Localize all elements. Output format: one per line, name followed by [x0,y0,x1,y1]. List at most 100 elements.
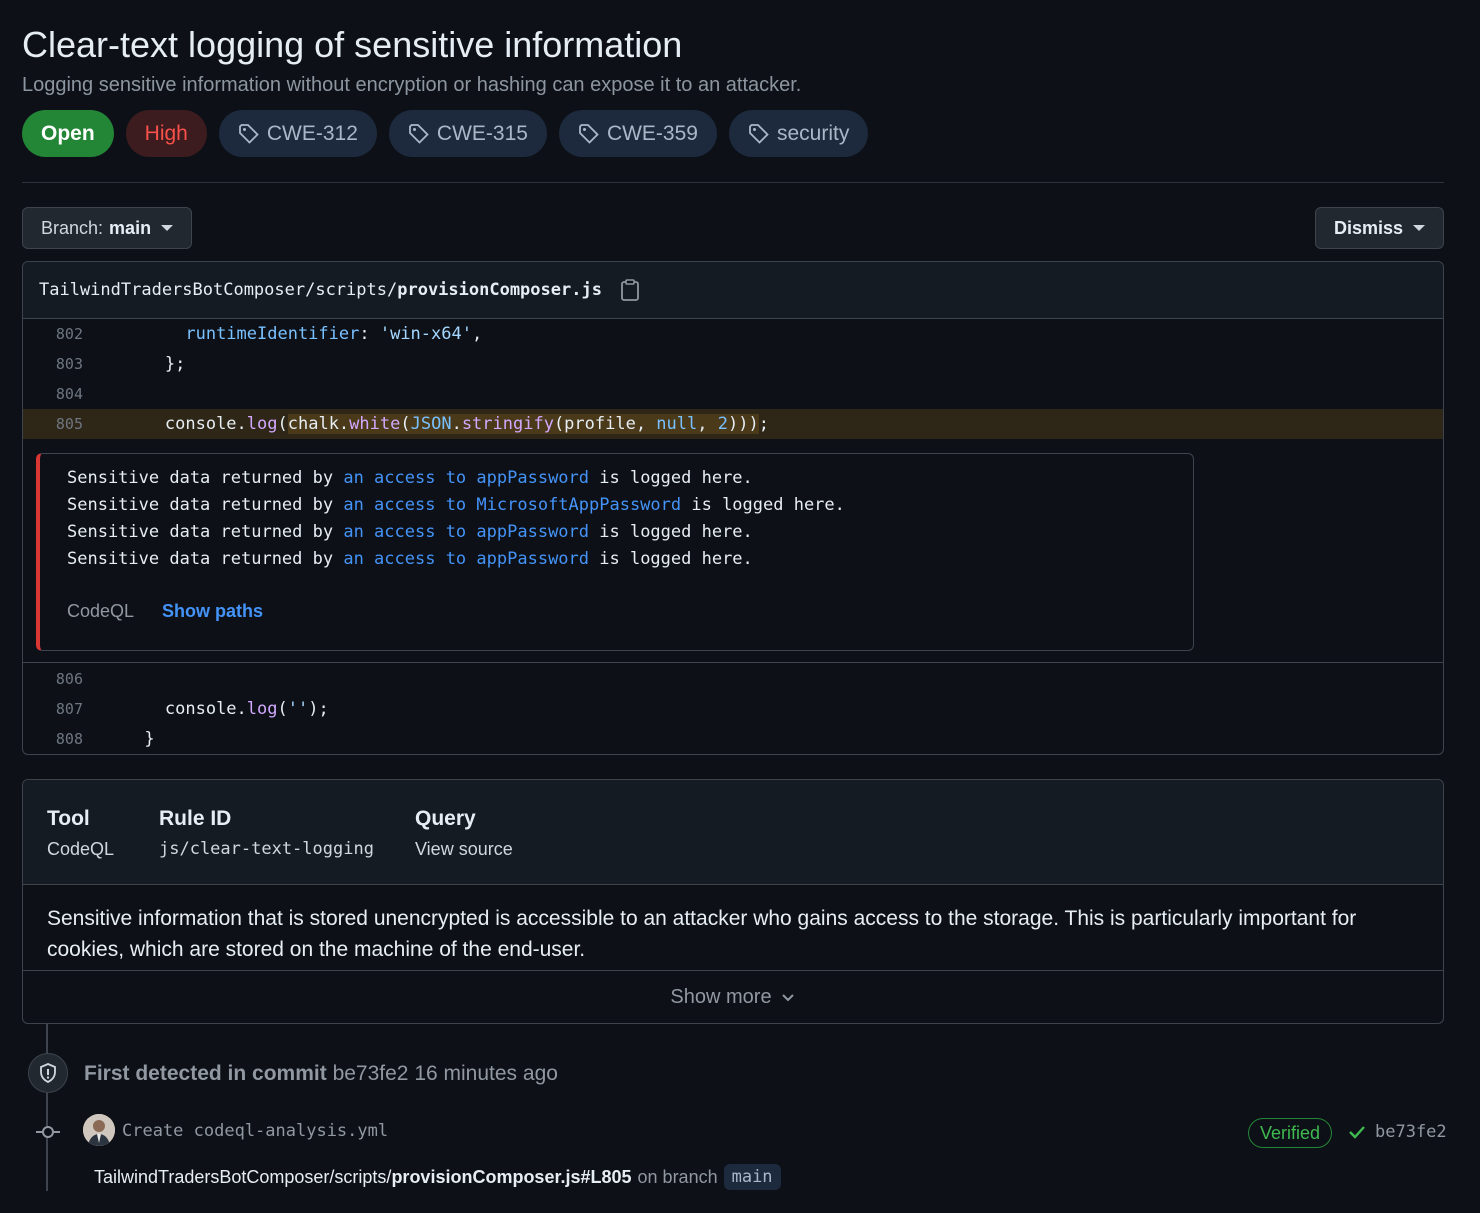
first-detected: First detected in commit be73fe2 16 minu… [84,1062,558,1086]
alert-annotation-row: Sensitive data returned by an access to … [23,439,1443,663]
divider [22,182,1444,183]
alert-message: Sensitive data returned by an access to … [67,549,753,569]
alert-location: TailwindTradersBotComposer/scripts/provi… [94,1164,781,1190]
source-link[interactable]: appPassword [476,468,589,488]
alert-message: Sensitive data returned by an access to … [67,495,845,515]
code-line: 802 runtimeIdentifier: 'win-x64', [23,319,1443,349]
git-commit-icon [36,1126,60,1138]
alert-annotation: Sensitive data returned by an access to … [36,453,1194,651]
chevron-down-icon [161,225,174,231]
meta-label: Tool [47,807,90,830]
meta-label: Rule ID [159,807,232,830]
status-badge: Open [22,110,114,157]
severity-badge: High [125,110,207,157]
code-text: console.log(chalk.white(JSON.stringify(p… [164,414,769,434]
dismiss-button[interactable]: Dismiss [1314,207,1444,249]
tag-icon [238,123,259,144]
code-text: }; [83,354,186,374]
on-branch-label: on branch [637,1166,718,1187]
alert-tool: CodeQL [67,601,135,621]
alert-footer: CodeQL Show paths [67,601,263,622]
verified-badge[interactable]: Verified [1248,1118,1333,1148]
line-number: 802 [55,325,83,343]
line-number: 803 [55,355,83,373]
commit-sha[interactable]: be73fe2 [1375,1122,1447,1142]
detected-sha[interactable]: be73fe2 [333,1062,409,1085]
branch-selector[interactable]: Branch: main [22,207,193,249]
file-name: provisionComposer.js [397,280,602,300]
meta-tool: Tool CodeQL [47,807,114,860]
alert-message: Sensitive data returned by an access to … [67,468,753,488]
dismiss-label: Dismiss [1333,217,1403,238]
location-file: provisionComposer.js#L805 [391,1166,632,1187]
meta-value: js/clear-text-logging [159,839,374,859]
code-line: 804 [23,379,1443,409]
timeline-line [46,1024,48,1054]
branch-value: main [109,217,152,238]
check-icon [1349,1126,1365,1139]
code-text: console.log(''); [164,699,329,719]
location-prefix: TailwindTradersBotComposer/scripts/ [94,1166,392,1187]
tag-security[interactable]: security [728,110,869,157]
file-path[interactable]: TailwindTradersBotComposer/scripts/provi… [39,280,602,300]
rule-meta: Tool CodeQL Rule ID js/clear-text-loggin… [23,780,1443,885]
meta-query: Query View source [415,807,513,860]
shield-icon [40,1063,56,1083]
tag-cwe-315[interactable]: CWE-315 [388,110,547,157]
source-link[interactable]: appPassword [476,549,589,569]
rule-info-panel: Tool CodeQL Rule ID js/clear-text-loggin… [22,779,1444,1024]
tag-icon [579,123,599,144]
tag-label: CWE-312 [266,121,358,145]
show-more-button[interactable]: Show more [23,971,1443,1023]
line-number: 807 [55,700,83,718]
source-link[interactable]: MicrosoftAppPassword [476,495,681,515]
alert-message: Sensitive data returned by an access to … [67,522,753,542]
tag-icon [409,123,429,144]
line-number: 808 [55,730,83,748]
code-line: 803 }; [23,349,1443,379]
code-panel: TailwindTradersBotComposer/scripts/provi… [22,261,1444,755]
copy-icon[interactable] [620,279,640,301]
source-link[interactable]: appPassword [476,522,589,542]
meta-label: Query [415,807,476,830]
avatar[interactable] [83,1114,115,1146]
chevron-down-icon [1413,225,1425,231]
source-link[interactable]: an access to [343,495,466,515]
chevron-down-icon [781,994,794,1002]
source-link[interactable]: an access to [343,549,466,569]
detected-label: First detected in commit [84,1062,327,1085]
commit-message[interactable]: Create codeql-analysis.yml [122,1121,388,1141]
line-number: 805 [55,415,83,433]
tag-icon [749,123,769,144]
line-number: 806 [55,670,83,688]
meta-value: CodeQL [47,839,115,859]
code-line: 808 } [23,724,1443,754]
tag-cwe-312[interactable]: CWE-312 [218,110,377,157]
timeline-badge [28,1053,68,1093]
alert-labels: Open High CWE-312 CWE-315 CWE-359 securi… [22,110,869,157]
code-line-highlighted: 805 console.log(chalk.white(JSON.stringi… [23,409,1443,439]
location-link[interactable]: TailwindTradersBotComposer/scripts/provi… [94,1167,632,1188]
meta-rule-id: Rule ID js/clear-text-logging [159,807,374,859]
tag-label: CWE-359 [606,121,698,145]
branch-label: Branch: [41,217,104,238]
line-number: 804 [55,385,83,403]
detected-time: 16 minutes ago [414,1062,558,1085]
source-link[interactable]: an access to [343,522,466,542]
page-title: Clear-text logging of sensitive informat… [22,24,683,65]
alert-description: Logging sensitive information without en… [22,74,802,96]
tag-label: CWE-315 [436,121,528,145]
code-line: 806 [23,664,1443,694]
code-text: } [83,729,155,749]
show-paths-link[interactable]: Show paths [162,601,263,622]
code-text: runtimeIdentifier: 'win-x64', [185,324,483,344]
tag-cwe-359[interactable]: CWE-359 [558,110,717,157]
view-source-link[interactable]: View source [415,839,513,860]
branch-chip[interactable]: main [723,1164,781,1190]
file-header: TailwindTradersBotComposer/scripts/provi… [23,262,1443,319]
file-path-prefix: TailwindTradersBotComposer/scripts/ [39,280,398,300]
rule-description: Sensitive information that is stored une… [23,885,1443,971]
code-line: 807 console.log(''); [23,694,1443,724]
show-more-label: Show more [670,985,772,1008]
source-link[interactable]: an access to [343,468,466,488]
